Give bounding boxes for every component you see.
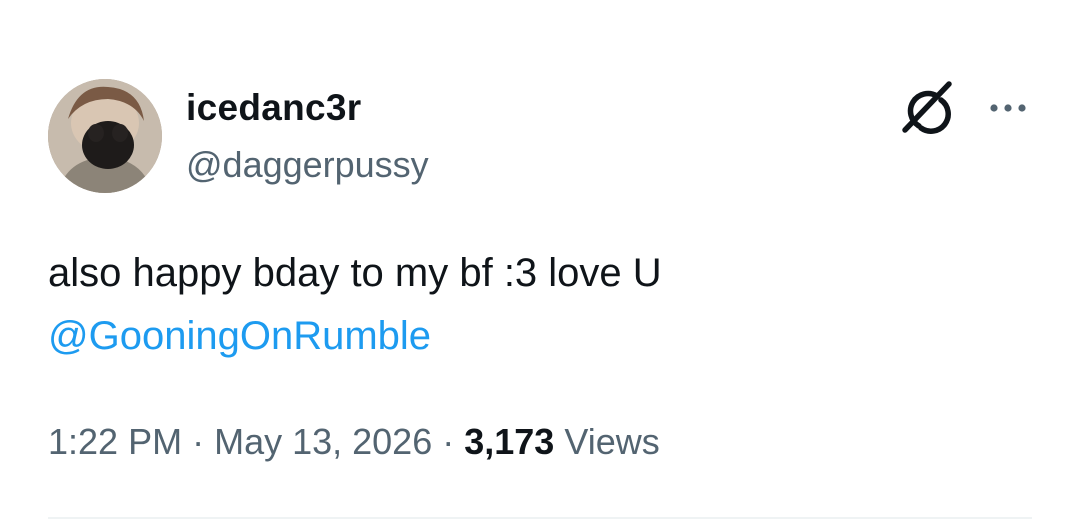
meta-separator: · [192, 421, 205, 462]
mention-link[interactable]: @GooningOnRumble [48, 307, 431, 365]
more-dots-icon[interactable] [986, 96, 1030, 120]
views-label: Views [564, 421, 660, 462]
meta-separator: · [442, 421, 455, 462]
display-name[interactable]: icedanc3r [186, 86, 361, 130]
tweet-text: also happy bday to my bf :3 love U [48, 251, 662, 295]
avatar[interactable] [48, 79, 162, 193]
tweet-date[interactable]: May 13, 2026 [214, 421, 432, 462]
grok-icon[interactable] [897, 78, 957, 138]
divider [48, 517, 1032, 519]
user-handle[interactable]: @daggerpussy [186, 143, 429, 187]
tweet-time[interactable]: 1:22 PM [48, 421, 182, 462]
tweet-meta: 1:22 PM · May 13, 2026 · 3,173 Views [48, 418, 660, 466]
views-count: 3,173 [464, 421, 555, 462]
avatar-image [48, 79, 162, 193]
